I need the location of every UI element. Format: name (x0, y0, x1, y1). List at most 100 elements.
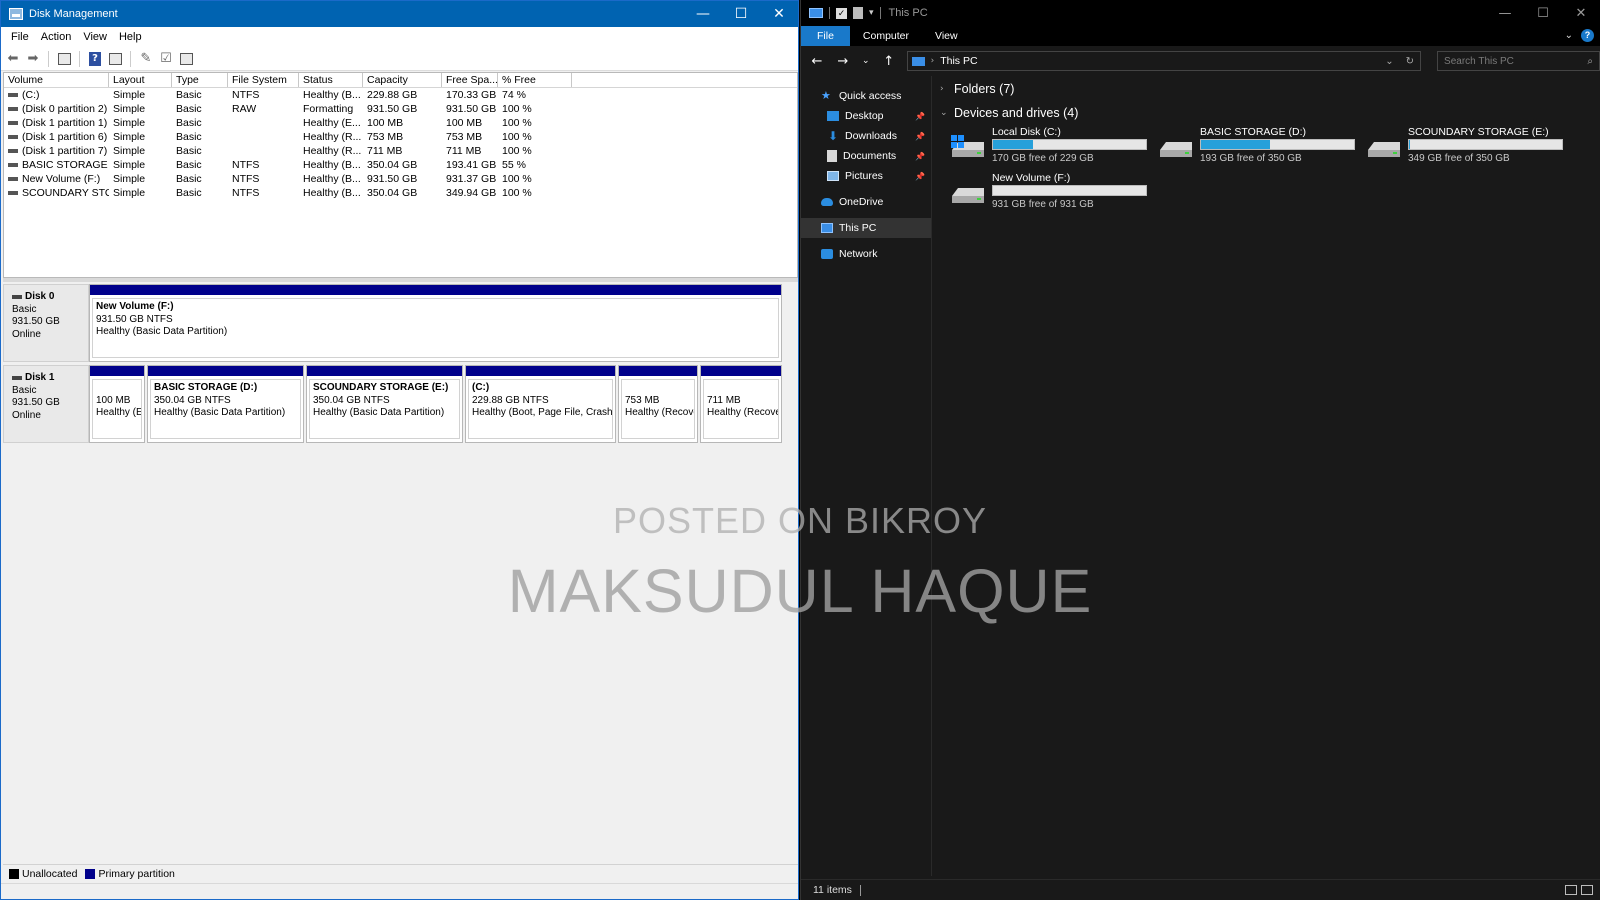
breadcrumb-chevron-icon[interactable]: › (931, 56, 935, 66)
table-cell: 100 % (502, 117, 532, 129)
menu-action[interactable]: Action (35, 31, 78, 43)
table-row[interactable]: (C:) Simple Basic NTFS Healthy (B... 229.88 G… (4, 88, 797, 102)
address-bar[interactable]: › This PC ⌄ ↻ (906, 51, 1422, 71)
nav-item-this-pc[interactable]: This PC (801, 218, 931, 238)
help-icon[interactable]: ? (87, 51, 103, 67)
partition-name: BASIC STORAGE (D:) (154, 382, 258, 393)
partition-f[interactable]: New Volume (F:) 931.50 GB NTFS Healthy (… (89, 284, 782, 362)
menu-file[interactable]: File (5, 31, 35, 43)
expand-ribbon-chevron-icon[interactable]: ⌄ (1565, 30, 1573, 41)
primary-partition-bar (701, 366, 781, 376)
recent-locations-chevron-icon[interactable]: ⌄ (861, 56, 871, 66)
minimize-button[interactable]: — (1486, 0, 1524, 26)
qa-customize-chevron-icon[interactable]: ▾ (869, 8, 874, 18)
properties-icon[interactable] (107, 51, 123, 67)
up-arrow-icon[interactable]: ↑ (881, 54, 897, 69)
forward-arrow-icon[interactable]: → (835, 54, 851, 69)
pin-icon[interactable]: 📌 (915, 152, 925, 161)
table-row[interactable]: (Disk 0 partition 2) Simple Basic RAW Format… (4, 102, 797, 116)
menu-help[interactable]: Help (113, 31, 148, 43)
properties-check-icon[interactable]: ✓ (836, 7, 847, 19)
table-row[interactable]: (Disk 1 partition 1) Simple Basic Healthy (… (4, 116, 797, 130)
search-box[interactable]: ⌕ (1437, 51, 1600, 71)
console-tree-icon[interactable] (56, 51, 72, 67)
table-cell: 100 % (502, 103, 532, 115)
close-button[interactable]: ✕ (760, 1, 798, 27)
drive-tile[interactable]: BASIC STORAGE (D:) 193 GB free of 350 GB (1158, 126, 1363, 172)
minimize-button[interactable]: — (684, 1, 722, 27)
nav-item-onedrive[interactable]: OneDrive (801, 192, 931, 212)
nav-item-quick-access[interactable]: ★ Quick access (801, 86, 931, 106)
nav-item-desktop[interactable]: Desktop 📌 (801, 106, 931, 126)
menu-view[interactable]: View (77, 31, 113, 43)
help-icon[interactable]: ? (1581, 29, 1594, 42)
column-free-space[interactable]: Free Spa... (442, 73, 498, 87)
column-status[interactable]: Status (299, 73, 363, 87)
navigation-pane: ★ Quick access Desktop 📌 ⬇ Downloads 📌 D… (801, 76, 932, 876)
nav-label: Pictures (845, 170, 883, 182)
drive-tile[interactable]: SCOUNDARY STORAGE (E:) 349 GB free of 350… (1366, 126, 1571, 172)
partition-name: New Volume (F:) (96, 301, 174, 312)
partition-d[interactable]: BASIC STORAGE (D:) 350.04 GB NTFS Health… (147, 365, 304, 443)
column-file-system[interactable]: File System (228, 73, 299, 87)
new-folder-icon[interactable] (853, 7, 863, 19)
pictures-icon (827, 171, 839, 181)
tab-file[interactable]: File (801, 26, 850, 46)
connect-icon[interactable]: ✎ (138, 51, 154, 67)
maximize-button[interactable]: ☐ (722, 1, 760, 27)
nav-item-pictures[interactable]: Pictures 📌 (801, 166, 931, 186)
address-text[interactable]: This PC (940, 55, 1379, 67)
pin-icon[interactable]: 📌 (915, 172, 925, 181)
partition-recovery-6[interactable]: 753 MB Healthy (Recove (618, 365, 698, 443)
table-row[interactable]: (Disk 1 partition 6) Simple Basic Healthy (… (4, 130, 797, 144)
volume-list: Volume Layout Type File System Status Ca… (3, 72, 798, 278)
address-dropdown-chevron-icon[interactable]: ⌄ (1385, 56, 1399, 67)
column-percent-free[interactable]: % Free (498, 73, 572, 87)
partition-c[interactable]: (C:) 229.88 GB NTFS Healthy (Boot, Page … (465, 365, 616, 443)
details-view-icon[interactable] (1565, 885, 1577, 895)
partition-e[interactable]: SCOUNDARY STORAGE (E:) 350.04 GB NTFS He… (306, 365, 463, 443)
table-row[interactable]: BASIC STORAGE (D:) Simple Basic NTFS Healthy… (4, 158, 797, 172)
checklist-icon[interactable]: ☑ (158, 51, 174, 67)
partition-efi[interactable]: 100 MB Healthy (E (89, 365, 145, 443)
disk-0-label[interactable]: Disk 0 Basic 931.50 GB Online (3, 284, 89, 362)
view-icon[interactable] (178, 51, 194, 67)
search-input[interactable] (1444, 55, 1588, 67)
drive-tile[interactable]: Local Disk (C:) 170 GB free of 229 GB (950, 126, 1155, 172)
refresh-icon[interactable]: ↻ (1406, 56, 1420, 67)
table-row[interactable]: New Volume (F:) Simple Basic NTFS Healthy (B… (4, 172, 797, 186)
pin-icon[interactable]: 📌 (915, 112, 925, 121)
forward-arrow-icon[interactable]: ➡ (25, 51, 41, 67)
column-capacity[interactable]: Capacity (363, 73, 442, 87)
large-icons-view-icon[interactable] (1581, 885, 1593, 895)
nav-item-documents[interactable]: Documents 📌 (801, 146, 931, 166)
table-row[interactable]: (Disk 1 partition 7) Simple Basic Healthy (… (4, 144, 797, 158)
tab-view[interactable]: View (922, 26, 971, 46)
pane-splitter[interactable] (3, 278, 798, 282)
partition-recovery-7[interactable]: 711 MB Healthy (Recove (700, 365, 782, 443)
folders-group-header[interactable]: › Folders (7) (940, 82, 1014, 96)
devices-group-header[interactable]: ⌄ Devices and drives (4) (940, 106, 1078, 120)
chevron-right-icon: › (940, 84, 944, 94)
chevron-down-icon: ⌄ (940, 108, 948, 118)
drive-tile[interactable]: New Volume (F:) 931 GB free of 931 GB (950, 172, 1155, 218)
close-button[interactable]: ✕ (1562, 0, 1600, 26)
disk-0-name-text: Disk 0 (25, 291, 55, 302)
content-pane: › Folders (7) ⌄ Devices and drives (4) L… (934, 76, 1600, 876)
disk-1-label[interactable]: Disk 1 Basic 931.50 GB Online (3, 365, 89, 443)
tab-computer[interactable]: Computer (850, 26, 922, 46)
nav-item-network[interactable]: Network (801, 244, 931, 264)
volume-name: New Volume (F:) (22, 173, 101, 185)
back-arrow-icon[interactable]: ← (809, 54, 825, 69)
maximize-button[interactable]: ☐ (1524, 0, 1562, 26)
back-arrow-icon[interactable]: ⬅ (5, 51, 21, 67)
table-cell: NTFS (232, 159, 260, 171)
column-layout[interactable]: Layout (109, 73, 172, 87)
nav-item-downloads[interactable]: ⬇ Downloads 📌 (801, 126, 931, 146)
table-row[interactable]: SCOUNDARY STO... Simple Basic NTFS Healthy (… (4, 186, 797, 200)
column-type[interactable]: Type (172, 73, 228, 87)
disk-icon (12, 295, 22, 300)
disk-0-state: Online (12, 328, 41, 340)
pin-icon[interactable]: 📌 (915, 132, 925, 141)
column-volume[interactable]: Volume (4, 73, 109, 87)
